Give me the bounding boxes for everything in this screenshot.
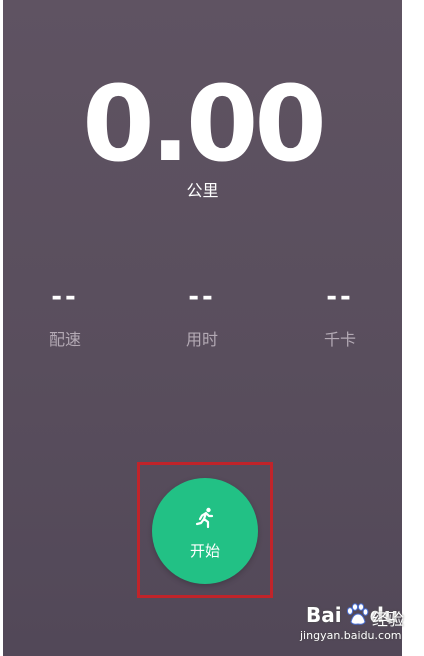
distance-unit-label: 公里 bbox=[186, 181, 219, 200]
start-label: 开始 bbox=[189, 542, 220, 560]
duration-stat: -- 用时 bbox=[157, 282, 247, 350]
watermark-product: 经验 bbox=[372, 610, 405, 629]
running-person-icon bbox=[195, 507, 214, 529]
start-button[interactable]: 开始 bbox=[152, 478, 258, 584]
baidu-paw-icon bbox=[346, 603, 369, 625]
calories-value: -- bbox=[326, 282, 354, 312]
watermark-domain: jingyan.baidu.com bbox=[300, 629, 402, 642]
duration-value: -- bbox=[188, 282, 216, 312]
running-screen: 0.00 公里 -- 配速 -- 用时 -- 千卡 开始 bbox=[3, 0, 402, 656]
pace-stat: -- 配速 bbox=[20, 282, 110, 350]
pace-value: -- bbox=[51, 282, 79, 312]
calories-label: 千卡 bbox=[323, 330, 356, 349]
calories-stat: -- 千卡 bbox=[295, 282, 385, 350]
pace-label: 配速 bbox=[48, 330, 81, 349]
distance-value: 0.00 bbox=[82, 63, 327, 185]
duration-label: 用时 bbox=[185, 330, 218, 349]
baidu-jingyan-watermark: Bai du 经验 jingyan.baidu.com bbox=[298, 603, 418, 649]
